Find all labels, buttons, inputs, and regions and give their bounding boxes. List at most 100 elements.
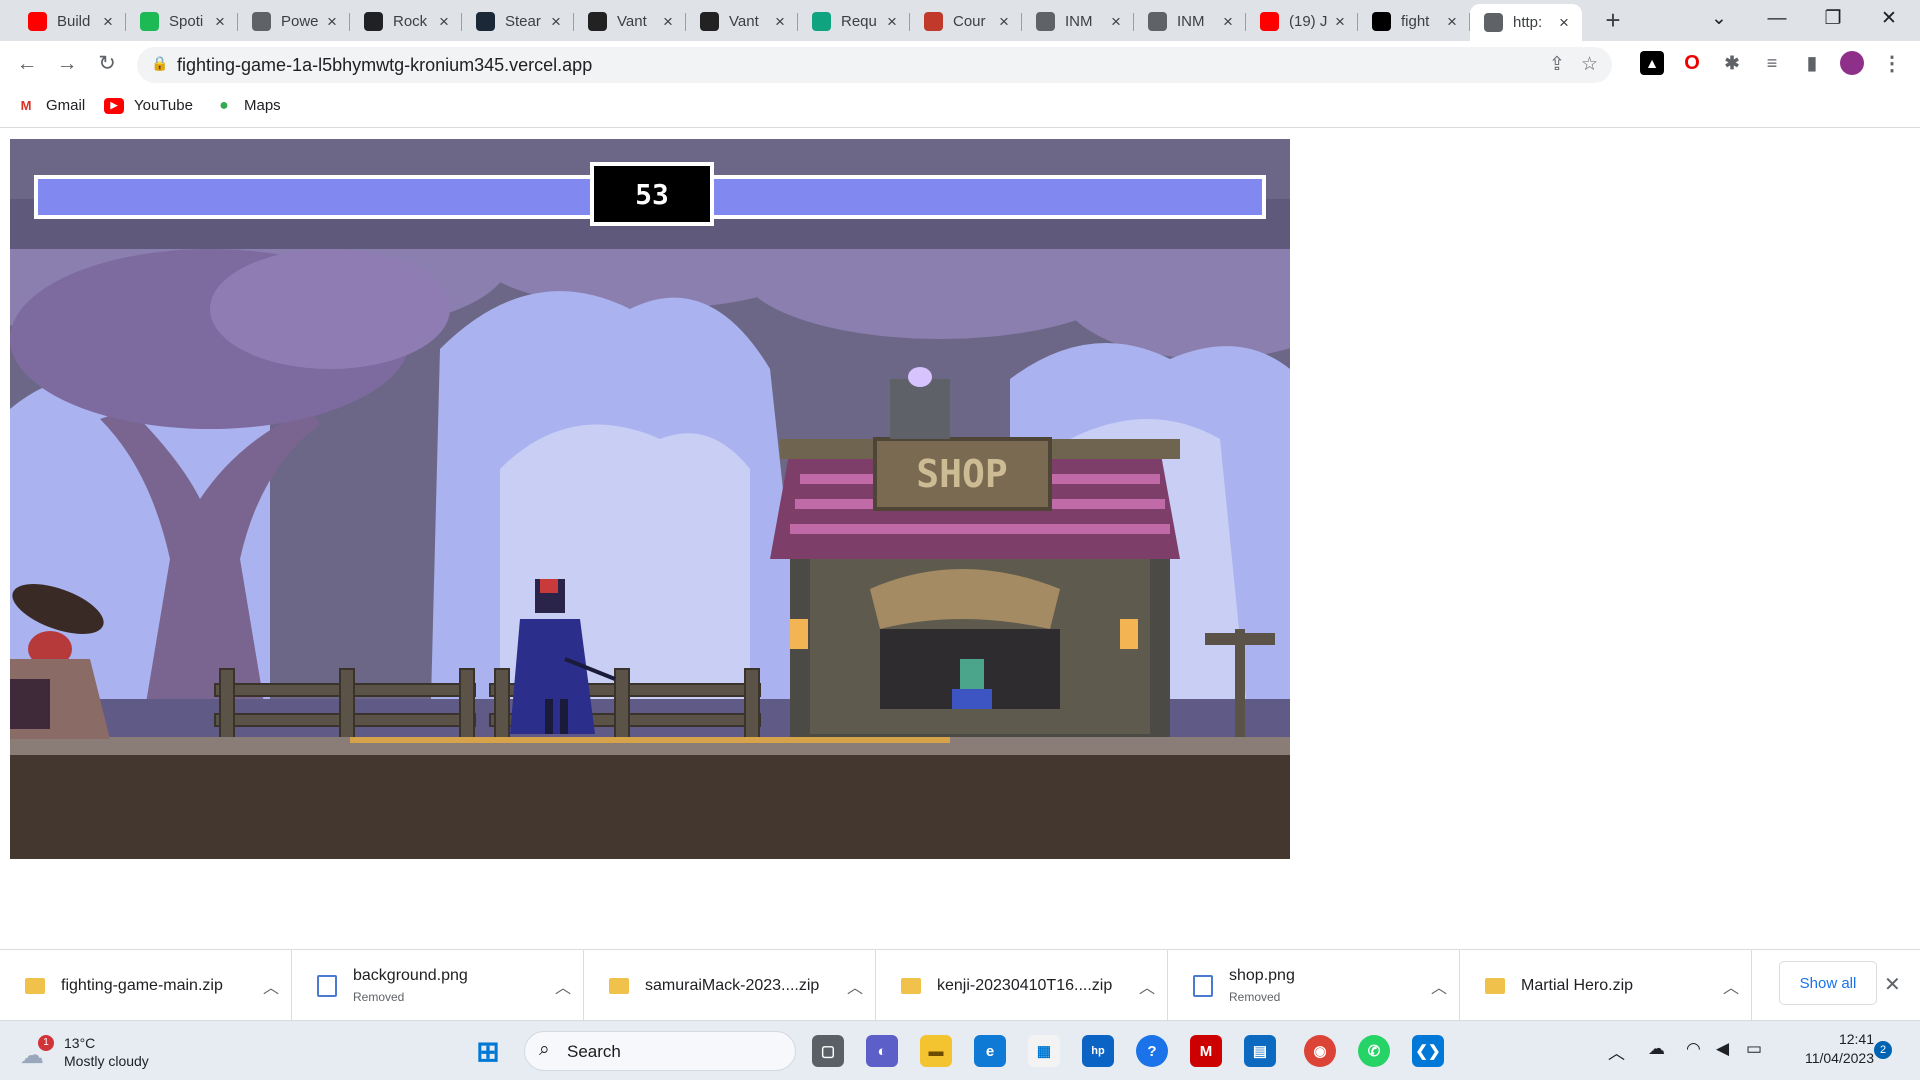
browser-menu-icon[interactable]: ⋮ [1880,51,1904,75]
tab-close-icon[interactable]: × [100,12,116,32]
clock[interactable]: 12:41 11/04/2023 [1782,1031,1874,1066]
tab-9[interactable]: INM × [1022,6,1134,37]
tab-close-icon[interactable]: × [772,12,788,32]
tab-8[interactable]: Cour × [910,6,1022,37]
vscode-icon[interactable]: ❮❯ [1412,1035,1444,1067]
tab-close-icon[interactable]: × [1556,13,1572,33]
bookmark-youtube[interactable]: ▶ YouTube [104,97,193,114]
game-scene: SHOP [10,139,1290,859]
maximize-button[interactable]: ❐ [1806,0,1860,41]
tab-search-button[interactable]: ⌄ [1692,0,1746,41]
bookmark-maps[interactable]: ● Maps [214,97,281,115]
media-control-icon[interactable]: ≡ [1760,51,1784,75]
store-icon[interactable]: ▦ [1028,1035,1060,1067]
chevron-up-icon[interactable]: ︿ [835,974,875,998]
zip-folder-icon [25,977,45,994]
spotify-icon [140,12,159,31]
game-canvas[interactable]: SHOP 53 [10,139,1290,859]
tab-close-icon[interactable]: × [324,12,340,32]
tab-title: Spoti [169,13,204,30]
myhp-icon[interactable]: hp [1082,1035,1114,1067]
forward-button[interactable]: → [52,49,82,79]
app-icon[interactable]: ▤ [1244,1035,1276,1067]
tab-13[interactable]: http: × [1470,4,1582,41]
chevron-up-icon[interactable]: ︿ [251,974,291,998]
tab-close-icon[interactable]: × [548,12,564,32]
back-button[interactable]: ← [12,49,42,79]
task-view-icon[interactable]: ▢ [812,1035,844,1067]
tab-title: INM [1177,13,1205,30]
onedrive-icon[interactable]: ☁ [1648,1039,1665,1059]
extensions-puzzle-icon[interactable]: ✱ [1720,51,1744,75]
close-window-button[interactable]: ✕ [1862,0,1916,41]
tab-close-icon[interactable]: × [1444,12,1460,32]
download-item[interactable]: shop.png Removed ︿ [1168,950,1460,1021]
close-downloads-icon[interactable]: ✕ [1884,972,1901,997]
download-item[interactable]: kenji-20230410T16....zip ︿ [876,950,1168,1021]
url-text[interactable]: fighting-game-1a-l5bhymwtg-kronium345.ve… [177,55,592,76]
download-name: samuraiMack-2023....zip [645,976,820,994]
side-panel-icon[interactable]: ▮ [1800,51,1824,75]
download-item[interactable]: Martial Hero.zip ︿ [1460,950,1752,1021]
image-file-icon [317,974,337,997]
start-button[interactable]: ⊞ [472,1035,504,1067]
wifi-icon[interactable]: ◠ [1686,1039,1701,1059]
tab-close-icon[interactable]: × [996,12,1012,32]
vercel-extension-icon[interactable]: ▲ [1640,51,1664,75]
mcafee-icon[interactable]: M [1190,1035,1222,1067]
download-text: background.png Removed [353,967,543,1004]
chevron-up-icon[interactable]: ︿ [1127,974,1167,998]
taskbar-search[interactable]: ⌕ Search [524,1031,796,1071]
chevron-up-icon[interactable]: ︿ [543,974,583,998]
tab-7[interactable]: Requ × [798,6,910,37]
tab-close-icon[interactable]: × [884,12,900,32]
zip-folder-icon [901,977,921,994]
chevron-up-icon[interactable]: ︿ [1419,974,1459,998]
tab-close-icon[interactable]: × [1108,12,1124,32]
bookmark-star-icon[interactable]: ☆ [1581,53,1598,76]
address-bar[interactable]: 🔒 fighting-game-1a-l5bhymwtg-kronium345.… [137,47,1612,83]
globe-icon [252,12,271,31]
battery-icon[interactable]: ▭ [1746,1039,1762,1059]
tab-3[interactable]: Rock × [350,6,462,37]
tray-chevron-icon[interactable]: ︿ [1608,1039,1625,1064]
tab-close-icon[interactable]: × [1220,12,1236,32]
tab-10[interactable]: INM × [1134,6,1246,37]
bookmark-label: Maps [244,97,281,114]
tab-5[interactable]: Vant × [574,6,686,37]
share-icon[interactable]: ⇪ [1549,53,1565,76]
weather-badge: 1 [38,1035,54,1051]
bookmark-gmail[interactable]: M Gmail [16,97,86,114]
tab-2[interactable]: Powe × [238,6,350,37]
new-tab-button[interactable]: + [1598,6,1628,36]
chrome-taskbar-icon[interactable]: ◉ [1304,1035,1336,1067]
tab-4[interactable]: Stear × [462,6,574,37]
tab-6[interactable]: Vant × [686,6,798,37]
download-item[interactable]: samuraiMack-2023....zip ︿ [584,950,876,1021]
tab-close-icon[interactable]: × [660,12,676,32]
weather-widget[interactable]: ☁ 1 13°C Mostly cloudy [20,1033,160,1073]
tab-close-icon[interactable]: × [1332,12,1348,32]
tab-11[interactable]: (19) J × [1246,6,1358,37]
tab-close-icon[interactable]: × [212,12,228,32]
whatsapp-icon[interactable]: ✆ [1358,1035,1390,1067]
edge-icon[interactable]: e [974,1035,1006,1067]
show-all-downloads-button[interactable]: Show all [1779,961,1877,1005]
tab-0[interactable]: Build × [14,6,126,37]
help-icon[interactable]: ? [1136,1035,1168,1067]
profile-avatar[interactable] [1840,51,1864,75]
download-item[interactable]: background.png Removed ︿ [292,950,584,1021]
teams-chat-icon[interactable]: ◐ [866,1035,898,1067]
tab-1[interactable]: Spoti × [126,6,238,37]
opera-extension-icon[interactable]: O [1680,51,1704,75]
tab-close-icon[interactable]: × [436,12,452,32]
tab-12[interactable]: fight × [1358,6,1470,37]
reload-button[interactable]: ↻ [92,49,122,79]
notification-badge[interactable]: 2 [1874,1041,1892,1059]
file-explorer-icon[interactable]: ▬ [920,1035,952,1067]
volume-icon[interactable]: ◀ [1716,1039,1729,1059]
download-item[interactable]: fighting-game-main.zip ︿ [0,950,292,1021]
minimize-button[interactable]: — [1750,0,1804,41]
chevron-up-icon[interactable]: ︿ [1711,974,1751,998]
player-health-fill [38,179,590,215]
